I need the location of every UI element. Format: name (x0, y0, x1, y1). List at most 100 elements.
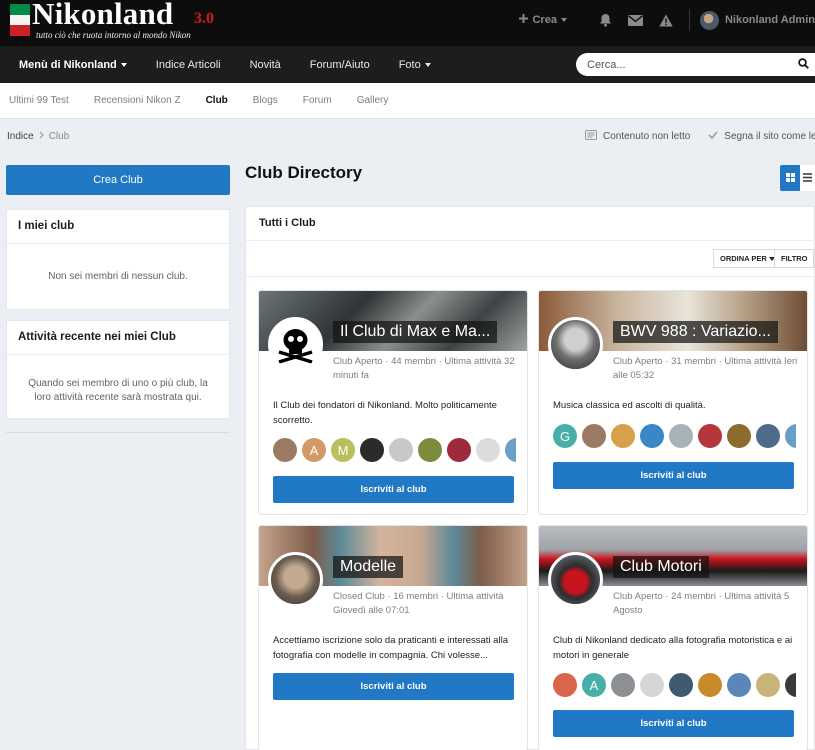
subnav-item-gallery[interactable]: Gallery (357, 95, 389, 106)
member-avatar[interactable] (756, 424, 780, 448)
member-avatar[interactable] (669, 673, 693, 697)
club-description: Il Club dei fondatori di Nikonland. Molt… (273, 400, 497, 427)
club-card: Modelle Closed Club · 16 membri · Ultima… (258, 525, 528, 750)
warning-icon[interactable] (657, 11, 675, 29)
member-avatar[interactable] (611, 673, 635, 697)
my-clubs-widget: I miei club Non sei membri di nessun clu… (6, 209, 230, 310)
member-avatar[interactable] (505, 438, 516, 462)
user-name[interactable]: Nikonland Admin (725, 14, 815, 26)
member-avatar[interactable] (669, 424, 693, 448)
club-meta: Club Aperto · 44 membri · Ultima attivit… (333, 356, 515, 381)
bell-icon[interactable] (597, 11, 615, 29)
subnav-item-club[interactable]: Club (206, 95, 228, 106)
member-avatar[interactable] (582, 424, 606, 448)
skull-icon[interactable] (268, 317, 323, 372)
member-avatar[interactable]: G (553, 424, 577, 448)
club-card: Club Motori Club Aperto · 24 membri · Ul… (538, 525, 808, 750)
nav-label: Novità (249, 58, 281, 71)
nav-item-novita[interactable]: Novità (231, 59, 281, 71)
nav-label: Foto (398, 58, 421, 71)
subnav-item-recensioni[interactable]: Recensioni Nikon Z (94, 95, 181, 106)
member-avatar[interactable] (418, 438, 442, 462)
breadcrumb: Indice Club Contenuto non letto Segna il… (0, 120, 815, 152)
member-avatar[interactable]: A (302, 438, 326, 462)
member-avatar[interactable] (640, 673, 664, 697)
search-input[interactable] (587, 58, 787, 71)
logo-title: Nikonland (32, 0, 174, 31)
user-avatar[interactable] (699, 10, 719, 30)
join-club-button[interactable]: Iscriviti al club (553, 710, 794, 737)
member-avatar[interactable] (611, 424, 635, 448)
subnav-item-test[interactable]: Ultimi 99 Test (9, 95, 69, 106)
sidebar-divider (6, 432, 230, 433)
sub-navbar: Ultimi 99 Test Recensioni Nikon Z Club B… (0, 83, 815, 119)
member-avatar[interactable] (447, 438, 471, 462)
member-avatar[interactable] (389, 438, 413, 462)
member-avatar[interactable]: A (582, 673, 606, 697)
subnav-item-forum[interactable]: Forum (303, 95, 332, 106)
mark-site-read-link[interactable]: Segna il sito come letto (724, 131, 815, 142)
unread-content-link[interactable]: Contenuto non letto (603, 131, 690, 142)
list-view-toggle[interactable] (800, 165, 815, 191)
plus-icon (519, 14, 529, 26)
club-icon[interactable] (548, 317, 603, 372)
club-name[interactable]: BWV 988 : Variazio... (613, 321, 778, 343)
member-avatar[interactable] (727, 424, 751, 448)
grid-icon (785, 171, 795, 185)
join-club-button[interactable]: Iscriviti al club (553, 462, 794, 489)
create-club-button[interactable]: Crea Club (6, 165, 230, 195)
club-members-list: G (553, 424, 796, 450)
member-avatar[interactable] (273, 438, 297, 462)
nav-item-foto[interactable]: Foto (380, 59, 431, 71)
breadcrumb-current: Club (48, 130, 70, 142)
member-avatar[interactable] (360, 438, 384, 462)
member-avatar[interactable] (553, 673, 577, 697)
club-icon[interactable] (548, 552, 603, 607)
italian-flag-icon (10, 4, 30, 37)
nav-label: Forum/Aiuto (309, 58, 370, 71)
search-box (576, 53, 815, 76)
page-title: Club Directory (245, 163, 363, 182)
sort-button[interactable]: ORDINA PER (713, 249, 782, 268)
create-menu-button[interactable]: Crea (519, 14, 567, 26)
site-logo[interactable]: Nikonland 3.0 tutto ciò che ruota intorn… (8, 0, 223, 44)
filter-label: FILTRO (781, 254, 808, 263)
filter-button[interactable]: FILTRO (774, 249, 814, 268)
club-name[interactable]: Club Motori (613, 556, 709, 578)
join-club-button[interactable]: Iscriviti al club (273, 476, 514, 503)
envelope-icon[interactable] (627, 11, 645, 29)
top-header: Nikonland 3.0 tutto ciò che ruota intorn… (0, 0, 815, 46)
club-description: Accettiamo iscrizione solo da praticanti… (273, 635, 508, 662)
club-meta: Club Aperto · 31 membri · Ultima attivit… (613, 356, 798, 381)
unread-content-icon (585, 129, 597, 143)
club-meta: Club Aperto · 24 membri · Ultima attivit… (613, 591, 790, 616)
panel-title: Tutti i Club (246, 207, 815, 241)
join-club-button[interactable]: Iscriviti al club (273, 673, 514, 700)
member-avatar[interactable]: M (331, 438, 355, 462)
member-avatar[interactable] (640, 424, 664, 448)
search-icon[interactable] (798, 58, 809, 72)
club-card: Il Club di Max e Ma... Club Aperto · 44 … (258, 290, 528, 515)
member-avatar[interactable] (785, 673, 796, 697)
chevron-down-icon (424, 62, 431, 67)
member-avatar[interactable] (785, 424, 796, 448)
grid-view-toggle[interactable] (780, 165, 800, 191)
breadcrumb-home[interactable]: Indice (7, 131, 34, 142)
nav-item-forum[interactable]: Forum/Aiuto (291, 59, 370, 71)
club-members-list: A (553, 673, 796, 699)
nav-item-menu[interactable]: Menù di Nikonland (0, 59, 127, 71)
member-avatar[interactable] (698, 673, 722, 697)
member-avatar[interactable] (756, 673, 780, 697)
club-name[interactable]: Il Club di Max e Ma... (333, 321, 498, 343)
recent-activity-empty-text: Quando sei membro di uno o più club, la … (28, 378, 208, 403)
member-avatar[interactable] (476, 438, 500, 462)
club-card: BWV 988 : Variazio... Club Aperto · 31 m… (538, 290, 808, 515)
sort-label: ORDINA PER (720, 254, 767, 263)
club-icon[interactable] (268, 552, 323, 607)
club-directory-panel: Tutti i Club ORDINA PER FILTRO Il Club d… (245, 206, 815, 750)
subnav-item-blogs[interactable]: Blogs (253, 95, 278, 106)
member-avatar[interactable] (727, 673, 751, 697)
club-name[interactable]: Modelle (333, 556, 404, 578)
nav-item-indice-articoli[interactable]: Indice Articoli (137, 59, 221, 71)
member-avatar[interactable] (698, 424, 722, 448)
